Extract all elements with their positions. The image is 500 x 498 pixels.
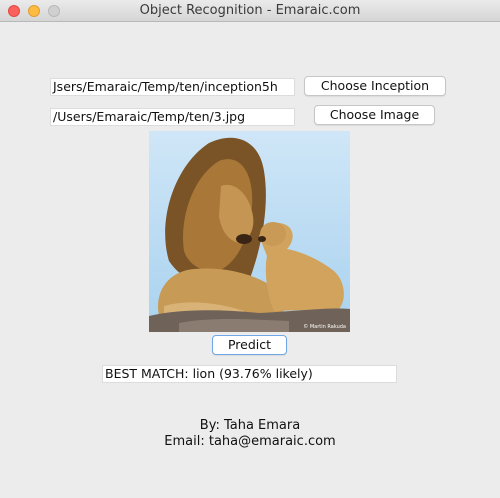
title-bar: Object Recognition - Emaraic.com bbox=[0, 0, 500, 22]
author-email: Email: taha@emaraic.com bbox=[164, 434, 336, 449]
choose-image-button[interactable]: Choose Image bbox=[314, 105, 435, 125]
prediction-result-field: BEST MATCH: lion (93.76% likely) bbox=[102, 365, 397, 383]
inception-path-field[interactable]: Jsers/Emaraic/Temp/ten/inception5h bbox=[50, 78, 295, 96]
lion-photo: © Martin Rakuda bbox=[149, 131, 350, 332]
photo-credit: © Martin Rakuda bbox=[303, 324, 346, 330]
window-title: Object Recognition - Emaraic.com bbox=[139, 3, 361, 18]
author-name: By: Taha Emara bbox=[199, 418, 301, 433]
choose-inception-button[interactable]: Choose Inception bbox=[304, 76, 446, 96]
image-path-field[interactable]: /Users/Emaraic/Temp/ten/3.jpg bbox=[50, 108, 295, 126]
predict-button[interactable]: Predict bbox=[212, 335, 287, 355]
lion-photo-illustration bbox=[149, 131, 350, 332]
